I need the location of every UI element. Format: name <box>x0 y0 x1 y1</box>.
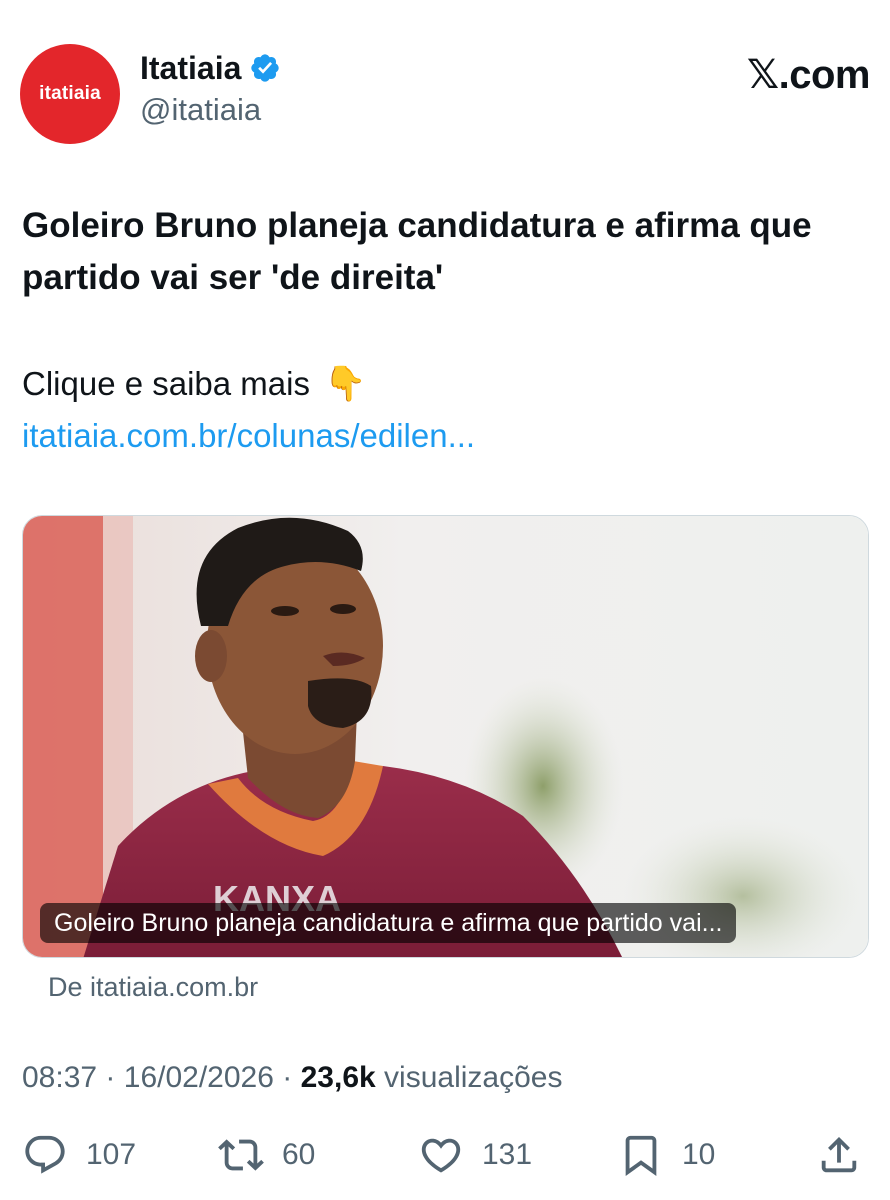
like-count: 131 <box>482 1138 533 1171</box>
repost-icon <box>218 1139 264 1171</box>
post-header: itatiaia Itatiaia @itatiaia 𝕏.com <box>20 40 871 150</box>
views-count[interactable]: 23,6k <box>301 1061 376 1094</box>
meta-separator: · <box>105 1061 116 1094</box>
post-time[interactable]: 08:37 <box>22 1061 97 1094</box>
post-cta: Clique e saiba mais 👇 <box>22 362 366 406</box>
bookmark-count: 10 <box>682 1138 716 1171</box>
post-meta: 08:37 · 16/02/2026 · 23,6k visualizações <box>22 1058 562 1098</box>
display-name[interactable]: Itatiaia <box>140 48 241 88</box>
post-link[interactable]: itatiaia.com.br/colunas/edilen... <box>22 414 475 458</box>
card-photo: KANXA <box>23 516 868 957</box>
avatar[interactable]: itatiaia <box>20 44 120 144</box>
share-icon <box>821 1136 857 1173</box>
like-icon <box>421 1138 461 1173</box>
share-button[interactable] <box>816 1130 862 1180</box>
reply-count: 107 <box>86 1138 137 1171</box>
post-headline: Goleiro Bruno planeja candidatura e afir… <box>22 206 812 297</box>
link-preview-card[interactable]: KANXA Goleiro Bruno planeja candidatura … <box>22 515 869 958</box>
reply-button[interactable]: 107 <box>22 1130 136 1180</box>
repost-count: 60 <box>282 1138 316 1171</box>
verified-badge-icon <box>251 54 280 82</box>
action-bar: 107 60 131 10 <box>22 1130 870 1180</box>
account-names: Itatiaia @itatiaia <box>140 48 281 130</box>
platform-label: 𝕏.com <box>746 53 871 97</box>
post-date[interactable]: 16/02/2026 <box>124 1061 274 1094</box>
repost-button[interactable]: 60 <box>218 1130 315 1180</box>
bookmark-icon <box>625 1135 657 1176</box>
card-source[interactable]: De itatiaia.com.br <box>48 968 258 1006</box>
card-caption: Goleiro Bruno planeja candidatura e afir… <box>40 903 737 943</box>
avatar-logo-text: itatiaia <box>39 83 101 104</box>
like-button[interactable]: 131 <box>418 1130 532 1180</box>
views-label[interactable]: visualizações <box>384 1061 562 1094</box>
account-handle[interactable]: @itatiaia <box>140 90 281 130</box>
cta-text: Clique e saiba mais <box>22 365 310 402</box>
display-name-row[interactable]: Itatiaia <box>140 48 281 88</box>
reply-icon <box>25 1135 65 1174</box>
meta-separator: · <box>282 1061 293 1094</box>
bookmark-button[interactable]: 10 <box>618 1130 715 1180</box>
pointing-down-icon: 👇 <box>323 365 367 403</box>
